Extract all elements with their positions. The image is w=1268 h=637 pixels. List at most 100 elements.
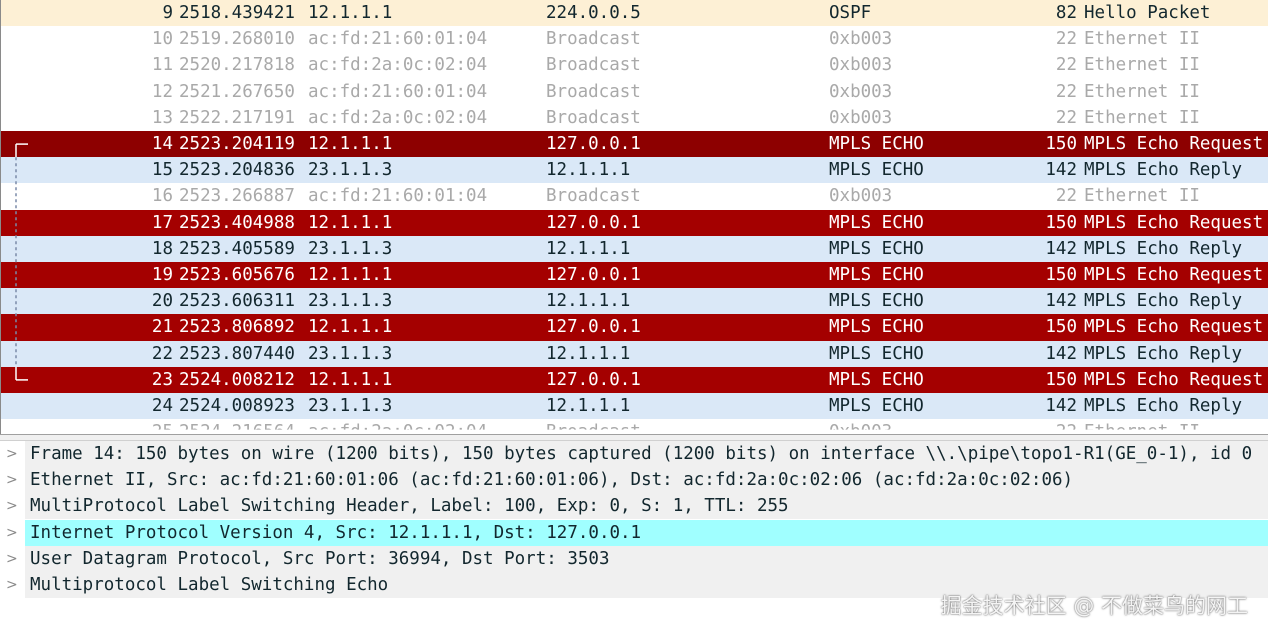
packet-info: MPLS Echo Reply (1084, 343, 1243, 364)
packet-info: MPLS Echo Request (1084, 369, 1264, 390)
packet-source: 23.1.1.3 (308, 160, 393, 181)
packet-source: ac:fd:2a:0c:02:04 (308, 107, 488, 128)
packet-info: Ethernet II (1084, 81, 1200, 102)
detail-tree-item[interactable]: > User Datagram Protocol, Src Port: 36994… (0, 545, 1268, 572)
packet-time: 2519.268010 (179, 29, 295, 50)
packet-info: MPLS Echo Request (1084, 265, 1264, 285)
detail-tree-item[interactable]: > Ethernet II, Src: ac:fd:21:60:01:06 (ac… (0, 467, 1268, 494)
packet-destination: 12.1.1.1 (546, 160, 631, 181)
packet-destination: 127.0.0.1 (546, 369, 641, 390)
packet-length: 142 (1045, 238, 1077, 259)
chevron-right-icon[interactable]: > (6, 467, 20, 493)
packet-source: ac:fd:2a:0c:02:04 (308, 55, 488, 76)
packet-list[interactable]: 9 2518.439421 12.1.1.1 224.0.0.5 OSPF 82 Hello… (0, 0, 1268, 434)
detail-tree-item[interactable]: > MultiProtocol Label Switching Header, L… (0, 493, 1268, 520)
pane-splitter[interactable] (0, 434, 1268, 441)
packet-row[interactable]: 25 2524.216564 ac:fd:2a:0c:02:04 Broadcast 0… (1, 419, 1268, 434)
packet-row[interactable]: 11 2520.217818 ac:fd:2a:0c:02:04 Broadcast 0… (1, 52, 1268, 79)
chevron-right-icon[interactable]: > (6, 572, 20, 598)
packet-length: 22 (1055, 422, 1077, 434)
chevron-right-icon[interactable]: > (6, 520, 20, 546)
packet-destination: Broadcast (546, 29, 641, 50)
packet-source: 12.1.1.1 (308, 317, 393, 338)
detail-item-label: MultiProtocol Label Switching Header, La… (25, 493, 1268, 520)
packet-time: 2523.807440 (179, 343, 295, 364)
packet-row[interactable]: 22 2523.807440 23.1.1.3 12.1.1.1 MPLS ECHO 14… (1, 340, 1268, 367)
packet-protocol: OSPF (829, 3, 872, 23)
packet-protocol: 0xb003 (829, 29, 893, 50)
packet-protocol: MPLS ECHO (829, 238, 924, 259)
packet-number: 15 (151, 160, 173, 181)
packet-destination: 127.0.0.1 (546, 212, 641, 233)
packet-source: ac:fd:21:60:01:04 (308, 186, 488, 207)
packet-source: ac:fd:21:60:01:04 (308, 81, 488, 102)
packet-info: MPLS Echo Request (1084, 134, 1264, 154)
packet-destination: Broadcast (546, 55, 641, 76)
detail-tree-item[interactable]: > Internet Protocol Version 4, Src: 12.1.… (0, 519, 1268, 546)
packet-row[interactable]: 23 2524.008212 12.1.1.1 127.0.0.1 MPLS ECHO 1… (1, 366, 1268, 393)
packet-number: 10 (151, 29, 173, 50)
packet-number: 12 (151, 81, 173, 102)
packet-source: 12.1.1.1 (308, 369, 393, 390)
packet-row[interactable]: 10 2519.268010 ac:fd:21:60:01:04 Broadcast 0… (1, 26, 1268, 53)
packet-length: 142 (1045, 343, 1077, 364)
detail-item-label: Internet Protocol Version 4, Src: 12.1.1… (25, 519, 1268, 546)
packet-row[interactable]: 12 2521.267650 ac:fd:21:60:01:04 Broadcast 0… (1, 78, 1268, 105)
packet-row[interactable]: 19 2523.605676 12.1.1.1 127.0.0.1 MPLS ECHO 1… (1, 262, 1268, 289)
packet-info: Ethernet II (1084, 29, 1200, 50)
packet-protocol: MPLS ECHO (829, 265, 924, 285)
packet-length: 150 (1045, 317, 1077, 338)
detail-item-label: Frame 14: 150 bytes on wire (1200 bits),… (25, 441, 1268, 467)
detail-tree-item[interactable]: > Frame 14: 150 bytes on wire (1200 bits)… (0, 441, 1268, 467)
packet-row[interactable]: 15 2523.204836 23.1.1.3 12.1.1.1 MPLS ECHO 14… (1, 157, 1268, 184)
packet-row[interactable]: 13 2522.217191 ac:fd:2a:0c:02:04 Broadcast 0… (1, 104, 1268, 131)
packet-time: 2523.605676 (179, 265, 295, 285)
packet-row[interactable]: 24 2524.008923 23.1.1.3 12.1.1.1 MPLS ECHO 14… (1, 393, 1268, 420)
packet-destination: 12.1.1.1 (546, 291, 631, 312)
detail-item-label: User Datagram Protocol, Src Port: 36994,… (25, 545, 1268, 572)
packet-number: 22 (151, 343, 173, 364)
packet-row[interactable]: 16 2523.266887 ac:fd:21:60:01:04 Broadcast 0… (1, 183, 1268, 210)
packet-row[interactable]: 21 2523.806892 12.1.1.1 127.0.0.1 MPLS ECHO 1… (1, 314, 1268, 341)
packet-number: 23 (151, 369, 173, 390)
packet-row[interactable]: 9 2518.439421 12.1.1.1 224.0.0.5 OSPF 82 Hello… (1, 0, 1268, 27)
packet-number: 11 (151, 55, 173, 76)
packet-protocol: 0xb003 (829, 186, 893, 207)
packet-number: 25 (151, 422, 173, 434)
packet-protocol: MPLS ECHO (829, 343, 924, 364)
packet-length: 22 (1055, 29, 1077, 50)
packet-time: 2523.204119 (179, 134, 295, 154)
packet-destination: Broadcast (546, 422, 641, 434)
packet-info: Ethernet II (1084, 55, 1200, 76)
packet-time: 2524.008923 (179, 396, 295, 416)
packet-destination: 12.1.1.1 (546, 396, 631, 416)
packet-protocol: MPLS ECHO (829, 396, 924, 416)
packet-info: MPLS Echo Reply (1084, 160, 1243, 181)
packet-time: 2524.216564 (179, 422, 295, 434)
chevron-right-icon[interactable]: > (6, 546, 20, 572)
packet-destination: 127.0.0.1 (546, 265, 641, 285)
packet-info: Ethernet II (1084, 422, 1200, 434)
packet-row[interactable]: 18 2523.405589 23.1.1.3 12.1.1.1 MPLS ECHO 14… (1, 235, 1268, 262)
packet-protocol: 0xb003 (829, 55, 893, 76)
packet-length: 22 (1055, 186, 1077, 207)
packet-protocol: MPLS ECHO (829, 317, 924, 338)
packet-row[interactable]: 20 2523.606311 23.1.1.3 12.1.1.1 MPLS ECHO 14… (1, 288, 1268, 315)
packet-destination: Broadcast (546, 81, 641, 102)
packet-length: 82 (1055, 3, 1077, 23)
packet-length: 150 (1045, 369, 1077, 390)
packet-source: 23.1.1.3 (308, 238, 393, 259)
packet-length: 22 (1055, 55, 1077, 76)
packet-protocol: 0xb003 (829, 107, 893, 128)
packet-destination: 12.1.1.1 (546, 238, 631, 259)
chevron-right-icon[interactable]: > (6, 441, 20, 467)
packet-length: 142 (1045, 396, 1077, 416)
packet-time: 2523.806892 (179, 317, 295, 338)
packet-protocol: MPLS ECHO (829, 160, 924, 181)
packet-destination: 224.0.0.5 (546, 3, 641, 23)
packet-time: 2521.267650 (179, 81, 295, 102)
packet-row[interactable]: 17 2523.404988 12.1.1.1 127.0.0.1 MPLS ECHO 1… (1, 209, 1268, 236)
chevron-right-icon[interactable]: > (6, 493, 20, 519)
packet-row[interactable]: 14 2523.204119 12.1.1.1 127.0.0.1 MPLS ECHO 1… (1, 131, 1268, 158)
packet-time: 2524.008212 (179, 369, 295, 390)
